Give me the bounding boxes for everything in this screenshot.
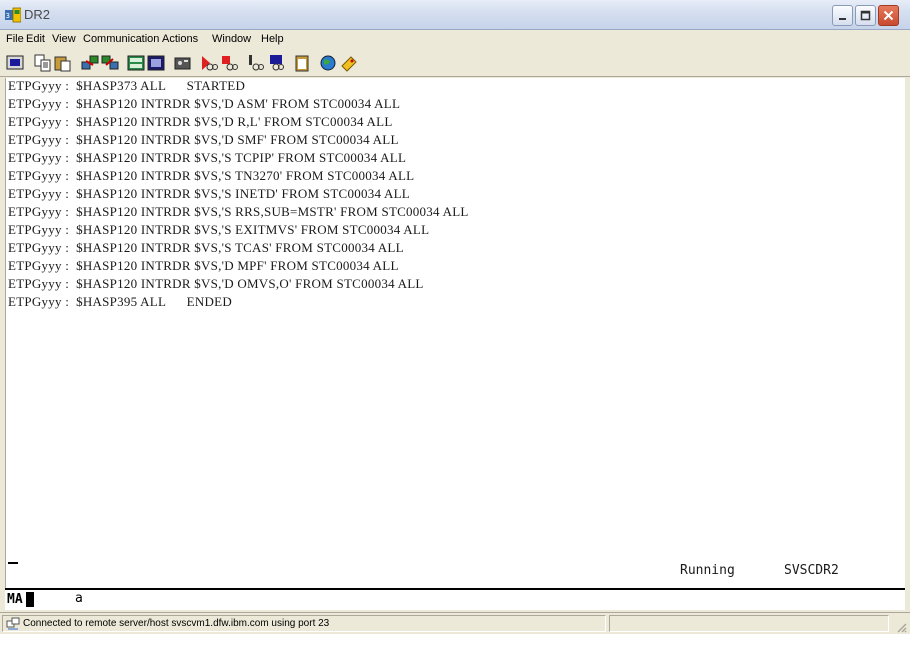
oia-input: a	[75, 591, 83, 606]
svg-text:3: 3	[6, 12, 10, 20]
stop-macro-icon[interactable]	[220, 54, 238, 72]
terminal-screen[interactable]: ETPGyyy : $HASP373 ALL STARTED ETPGyyy :…	[5, 78, 905, 588]
tag-icon[interactable]	[340, 54, 358, 72]
close-button[interactable]	[878, 5, 899, 26]
oia-cursor-block	[26, 592, 34, 607]
menu-bar: File Edit View Communication Actions Win…	[0, 30, 910, 51]
terminal-line: ETPGyyy : $HASP120 INTRDR $VS,'S RRS,SUB…	[8, 204, 469, 219]
maximize-icon	[860, 10, 871, 21]
menu-view[interactable]: View	[52, 33, 76, 45]
input-cursor	[8, 562, 18, 564]
menu-edit[interactable]: Edit	[26, 33, 45, 45]
terminal-line: ETPGyyy : $HASP395 ALL ENDED	[8, 294, 232, 309]
keypad-icon[interactable]	[127, 54, 145, 72]
operator-info-area: MA a	[5, 590, 905, 610]
menu-window[interactable]: Window	[212, 33, 251, 45]
display-icon[interactable]	[147, 54, 165, 72]
menu-actions[interactable]: Actions	[162, 33, 198, 45]
window-title: DR2	[24, 7, 51, 22]
minimize-icon	[839, 18, 846, 20]
oia-indicator: MA	[7, 592, 23, 607]
app-icon: 3	[5, 7, 21, 23]
system-name: SVSCDR2	[784, 563, 839, 578]
terminal-line: ETPGyyy : $HASP120 INTRDR $VS,'D OMVS,O'…	[8, 276, 424, 291]
desktop-background	[0, 634, 910, 662]
paste-icon[interactable]	[54, 54, 72, 72]
receive-file-icon[interactable]	[101, 54, 119, 72]
connection-icon	[6, 617, 20, 630]
maximize-button[interactable]	[855, 5, 876, 26]
terminal-line: ETPGyyy : $HASP120 INTRDR $VS,'S TCAS' F…	[8, 240, 404, 255]
copy-icon[interactable]	[34, 54, 52, 72]
macro-run-icon[interactable]	[247, 54, 265, 72]
play-macro-icon[interactable]	[200, 54, 218, 72]
terminal-line: ETPGyyy : $HASP120 INTRDR $VS,'D R,L' FR…	[8, 114, 393, 129]
status-bar: Connected to remote server/host svscvm1.…	[0, 612, 910, 635]
menu-communication[interactable]: Communication	[83, 33, 159, 45]
clipboard-icon[interactable]	[293, 54, 311, 72]
terminal-line: ETPGyyy : $HASP120 INTRDR $VS,'S TN3270'…	[8, 168, 415, 183]
minimize-button[interactable]	[832, 5, 853, 26]
terminal-line: ETPGyyy : $HASP120 INTRDR $VS,'D ASM' FR…	[8, 96, 401, 111]
title-bar[interactable]: 3 DR2	[0, 0, 910, 30]
toolbar	[0, 50, 910, 77]
connection-status-text: Connected to remote server/host svscvm1.…	[23, 618, 330, 629]
status-panel-empty	[609, 615, 889, 632]
app-window: 3 DR2 File Edit View Communication Actio…	[0, 0, 910, 635]
menu-file[interactable]: File	[6, 33, 24, 45]
close-icon	[883, 10, 894, 21]
terminal-line: ETPGyyy : $HASP120 INTRDR $VS,'D MPF' FR…	[8, 258, 399, 273]
macro-edit-icon[interactable]	[267, 54, 285, 72]
resize-grip-icon[interactable]	[895, 621, 907, 633]
terminal-status: Running	[680, 563, 735, 578]
connection-status-panel: Connected to remote server/host svscvm1.…	[2, 615, 606, 632]
terminal-line: ETPGyyy : $HASP120 INTRDR $VS,'S EXITMVS…	[8, 222, 430, 237]
menu-help[interactable]: Help	[261, 33, 284, 45]
terminal-line: ETPGyyy : $HASP120 INTRDR $VS,'D SMF' FR…	[8, 132, 399, 147]
globe-icon[interactable]	[320, 54, 338, 72]
terminal-line: ETPGyyy : $HASP120 INTRDR $VS,'S INETD' …	[8, 186, 410, 201]
terminal-line: ETPGyyy : $HASP120 INTRDR $VS,'S TCPIP' …	[8, 150, 407, 165]
record-macro-icon[interactable]	[174, 54, 192, 72]
print-screen-icon[interactable]	[6, 54, 24, 72]
send-file-icon[interactable]	[81, 54, 99, 72]
terminal-line: ETPGyyy : $HASP373 ALL STARTED	[8, 78, 246, 93]
